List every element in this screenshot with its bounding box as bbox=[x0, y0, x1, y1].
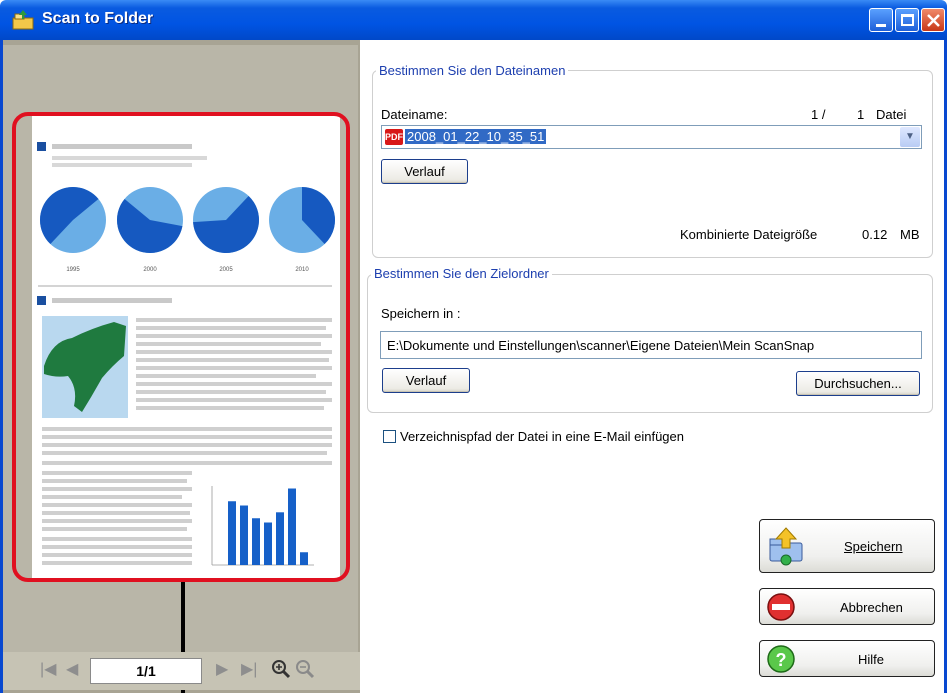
window-title: Scan to Folder bbox=[42, 10, 154, 27]
help-button-label: Hilfe bbox=[858, 652, 885, 667]
file-unit: Datei bbox=[876, 107, 907, 122]
save-in-label: Speichern in : bbox=[381, 306, 461, 321]
cancel-button[interactable]: Abbrechen bbox=[759, 588, 935, 625]
file-total: 1 bbox=[857, 107, 865, 122]
help-icon: ? bbox=[767, 645, 795, 673]
maximize-button[interactable] bbox=[895, 8, 919, 32]
pdf-file-icon: PDF bbox=[385, 129, 403, 145]
browse-button[interactable]: Durchsuchen... bbox=[796, 371, 920, 396]
filename-history-button[interactable]: Verlauf bbox=[381, 159, 468, 184]
save-button[interactable]: Speichern bbox=[759, 519, 935, 573]
combined-size-value: 0.12 bbox=[862, 227, 888, 242]
minimize-icon bbox=[876, 24, 886, 27]
filename-value[interactable]: 2008_01_22_10_35_51 bbox=[405, 129, 547, 144]
cancel-button-label: Abbrechen bbox=[840, 600, 903, 615]
filename-group-legend: Bestimmen Sie den Dateinamen bbox=[376, 63, 569, 78]
email-path-label[interactable]: Verzeichnispfad der Datei in eine E-Mail… bbox=[400, 429, 684, 444]
cancel-icon bbox=[767, 593, 795, 621]
scan-to-folder-icon bbox=[12, 10, 34, 30]
folder-history-button[interactable]: Verlauf bbox=[382, 368, 470, 393]
chevron-down-icon[interactable]: ▼ bbox=[900, 127, 920, 147]
save-to-folder-icon bbox=[769, 527, 803, 566]
preview-highlight-frame bbox=[12, 112, 350, 582]
filename-label: Dateiname: bbox=[381, 107, 448, 122]
close-icon bbox=[927, 14, 940, 27]
next-page-icon[interactable]: ▶ bbox=[216, 659, 228, 679]
maximize-icon bbox=[901, 14, 914, 26]
svg-text:?: ? bbox=[776, 650, 787, 670]
zoom-out-icon[interactable] bbox=[295, 659, 315, 679]
help-button[interactable]: ? Hilfe bbox=[759, 640, 935, 677]
first-page-icon[interactable]: |◀ bbox=[40, 659, 56, 679]
save-button-label: Speichern bbox=[844, 539, 903, 554]
file-index: 1 / bbox=[811, 107, 826, 122]
combined-size-label: Kombinierte Dateigröße bbox=[680, 227, 818, 242]
page-indicator[interactable]: 1/1 bbox=[90, 658, 202, 684]
minimize-button[interactable] bbox=[869, 8, 893, 32]
save-path-field[interactable]: E:\Dokumente und Einstellungen\scanner\E… bbox=[380, 331, 922, 359]
filename-combobox[interactable]: PDF 2008_01_22_10_35_51 ▼ bbox=[381, 125, 922, 149]
last-page-icon[interactable]: ▶| bbox=[241, 659, 257, 679]
email-path-checkbox[interactable] bbox=[383, 430, 396, 443]
close-button[interactable] bbox=[921, 8, 945, 32]
previous-page-icon[interactable]: ◀ bbox=[66, 659, 78, 679]
target-folder-group-legend: Bestimmen Sie den Zielordner bbox=[371, 266, 552, 281]
combined-size-unit: MB bbox=[900, 227, 920, 242]
zoom-in-icon[interactable] bbox=[271, 659, 291, 679]
